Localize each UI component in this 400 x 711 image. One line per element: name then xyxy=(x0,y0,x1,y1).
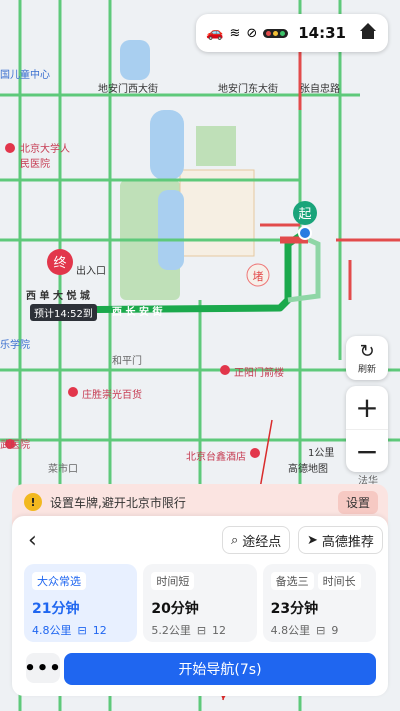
refresh-button[interactable]: ↻ 刷新 xyxy=(346,336,388,380)
refresh-icon: ↻ xyxy=(359,341,375,362)
poi-label: 乐学院 xyxy=(0,340,30,351)
poi-label: 出入口 xyxy=(76,266,106,277)
route-tag: 时间短 xyxy=(151,572,195,590)
eta-label: 预计14:52到 xyxy=(30,304,97,321)
route-duration: 23分钟 xyxy=(270,601,319,617)
svg-text:终: 终 xyxy=(53,255,66,271)
park-area xyxy=(196,126,236,166)
home-icon[interactable] xyxy=(358,21,378,45)
send-icon: ➤ xyxy=(307,532,318,548)
traffic-light-icon: ⊟ xyxy=(316,623,326,637)
poi-label: 西 单 大 悦 城 xyxy=(26,291,90,302)
more-button[interactable]: ••• xyxy=(24,653,61,683)
route-distance: 4.8公里 xyxy=(270,624,311,637)
status-bar: 🚗 ≋ ⊘ 14:31 xyxy=(196,14,388,52)
scale-label: 1公里 xyxy=(308,448,335,459)
waypoint-label: 途经点 xyxy=(242,534,282,550)
lake xyxy=(158,190,184,270)
zoom-in-button[interactable]: + xyxy=(346,386,388,429)
route-duration: 21分钟 xyxy=(32,601,80,617)
poi-label: 和平门 xyxy=(112,356,142,367)
jam-marker: 堵 xyxy=(246,263,270,287)
warning-icon: ! xyxy=(24,493,42,511)
route-tag: 时间长 xyxy=(317,572,361,590)
waypoint-button[interactable]: ⌕ 途经点 xyxy=(222,526,291,554)
road-label: 张自忠路 xyxy=(300,84,340,95)
palace-area xyxy=(179,169,255,257)
route-lights: 12 xyxy=(212,623,227,637)
route-option-2[interactable]: 时间短 20分钟 5.2公里 ⊟ 12 xyxy=(143,564,257,642)
road-label: 地安门西大街 xyxy=(98,84,158,95)
route-options: 大众常选 21分钟 4.8公里 ⊟ 12 时间短 20分钟 5.2公里 ⊟ 12 备选三… xyxy=(24,564,376,642)
svg-text:起: 起 xyxy=(298,207,311,222)
set-plate-button[interactable]: 设置 xyxy=(337,490,378,514)
start-navigation-button[interactable]: 开始导航(7s) xyxy=(64,653,376,685)
mute-icon: ⊘ xyxy=(246,25,258,41)
banner-text: 设置车牌,避开北京市限行 xyxy=(50,495,186,510)
recommend-label: 高德推荐 xyxy=(321,534,374,550)
route-option-1[interactable]: 大众常选 21分钟 4.8公里 ⊟ 12 xyxy=(24,564,138,642)
zoom-out-button[interactable]: − xyxy=(346,429,388,472)
route-lights: 12 xyxy=(92,623,107,637)
traffic-light-icon: ⊟ xyxy=(196,623,207,637)
wifi-icon: ≋ xyxy=(229,25,241,41)
route-sheet: ‹ ⌕ 途经点 ➤ 高德推荐 大众常选 21分钟 4.8公里 ⊟ 12 时间短 20… xyxy=(12,516,388,696)
svg-text:堵: 堵 xyxy=(253,269,264,283)
end-marker: 终 xyxy=(47,249,73,275)
poi-label: 国儿童中心 xyxy=(0,70,50,81)
recommend-button[interactable]: ➤ 高德推荐 xyxy=(298,526,383,554)
zoom-controls: + − xyxy=(346,386,388,472)
traffic-light-icon: ⊟ xyxy=(77,623,87,637)
poi-label: 庄胜崇光百货 xyxy=(82,390,142,401)
road-label: 地安门东大街 xyxy=(218,84,278,95)
poi-label: 武医院 xyxy=(0,440,30,451)
route-distance: 4.8公里 xyxy=(32,624,72,637)
lake xyxy=(120,40,150,80)
search-icon: ⌕ xyxy=(231,532,239,548)
route-tag: 备选三 xyxy=(270,572,314,590)
car-icon: 🚗 xyxy=(206,25,224,41)
refresh-label: 刷新 xyxy=(357,365,376,375)
poi-label: 北京大学人民医院 xyxy=(20,144,70,170)
back-icon[interactable]: ‹ xyxy=(28,528,37,553)
amap-logo: 高德地图 xyxy=(288,464,328,475)
route-tag: 大众常选 xyxy=(32,572,86,590)
route-option-3[interactable]: 备选三 时间长 23分钟 4.8公里 ⊟ 9 xyxy=(262,564,376,642)
route-duration: 20分钟 xyxy=(151,601,199,617)
route-lights: 9 xyxy=(331,623,339,637)
route-distance: 5.2公里 xyxy=(151,624,191,637)
poi-label: 菜市口 xyxy=(48,464,78,475)
clock: 14:31 xyxy=(298,24,346,42)
poi-label: 北京台鑫酒店 xyxy=(186,452,246,463)
poi-label: 正阳门箭楼 xyxy=(234,368,284,379)
lake xyxy=(150,110,184,180)
traffic-light-icon xyxy=(263,28,289,38)
road-label: 西 长 安 街 xyxy=(112,307,163,318)
